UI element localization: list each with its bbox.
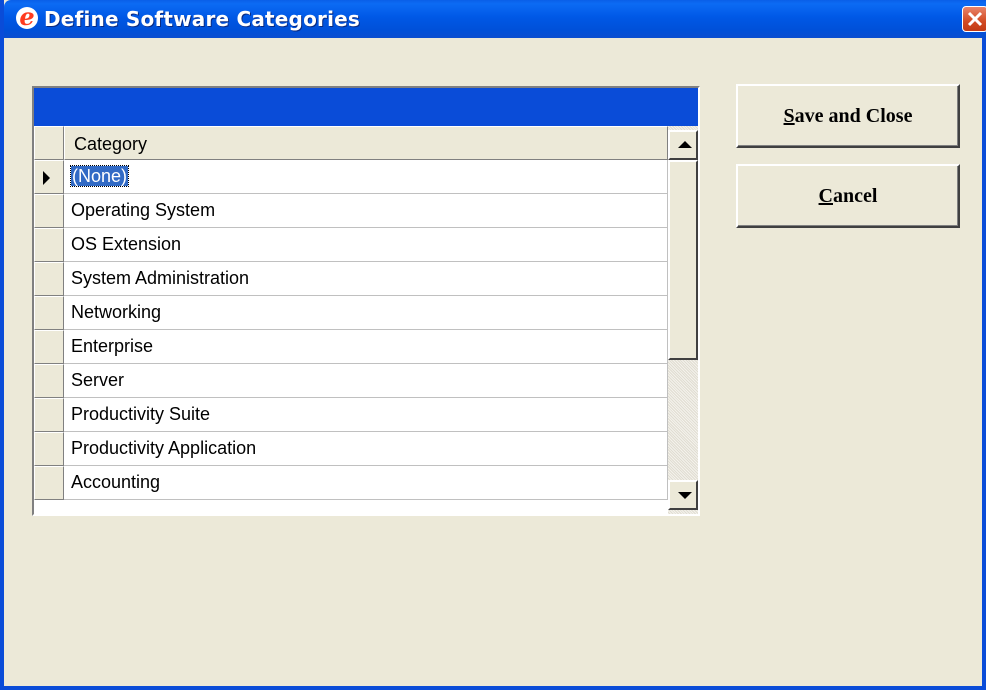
row-selector[interactable] <box>34 364 64 398</box>
scroll-down-button[interactable] <box>668 480 698 510</box>
table-row[interactable]: Enterprise <box>34 330 668 364</box>
save-and-close-button[interactable]: Save and Close <box>736 84 960 148</box>
header-row: Category <box>34 126 668 160</box>
table-row[interactable]: Operating System <box>34 194 668 228</box>
grid-rows: (None) Operating System OS Extension System… <box>34 160 668 500</box>
table-row[interactable]: (None) <box>34 160 668 194</box>
row-selector[interactable] <box>34 228 64 262</box>
cancel-button[interactable]: Cancel <box>736 164 960 228</box>
row-selector[interactable] <box>34 466 64 500</box>
category-cell[interactable]: Productivity Application <box>64 432 668 466</box>
category-text: Operating System <box>71 200 216 220</box>
e-logo-icon: e <box>16 5 38 29</box>
grid-caption-bar <box>34 88 698 126</box>
category-text: Server <box>71 370 125 390</box>
column-header-category[interactable]: Category <box>64 126 668 160</box>
table-row[interactable]: Networking <box>34 296 668 330</box>
category-text: System Administration <box>71 268 250 288</box>
table-row[interactable]: OS Extension <box>34 228 668 262</box>
category-text: Accounting <box>71 472 161 492</box>
category-text: (None) <box>69 165 130 187</box>
cancel-label: ancel <box>833 185 878 207</box>
save-label: ave and Close <box>794 105 913 127</box>
category-cell[interactable]: System Administration <box>64 262 668 296</box>
table-row[interactable]: System Administration <box>34 262 668 296</box>
category-text: Productivity Application <box>71 438 257 458</box>
category-cell[interactable]: OS Extension <box>64 228 668 262</box>
cancel-mnemonic: C <box>818 185 833 207</box>
category-cell[interactable]: Server <box>64 364 668 398</box>
row-selector[interactable] <box>34 262 64 296</box>
category-cell[interactable]: Enterprise <box>64 330 668 364</box>
grid-body: Category (None) Operating System OS Extens… <box>34 126 698 514</box>
current-row-arrow-icon <box>43 171 50 185</box>
category-cell[interactable]: Productivity Suite <box>64 398 668 432</box>
row-selector[interactable] <box>34 160 64 194</box>
vertical-scrollbar[interactable] <box>668 126 698 514</box>
category-text: Networking <box>71 302 162 322</box>
row-selector[interactable] <box>34 296 64 330</box>
row-selector[interactable] <box>34 194 64 228</box>
category-text: OS Extension <box>71 234 182 254</box>
table-row[interactable]: Productivity Application <box>34 432 668 466</box>
row-selector[interactable] <box>34 398 64 432</box>
header-row-selector[interactable] <box>34 126 64 160</box>
category-cell[interactable]: Networking <box>64 296 668 330</box>
category-cell[interactable]: Operating System <box>64 194 668 228</box>
arrow-up-icon <box>678 141 692 148</box>
scroll-up-button[interactable] <box>668 130 698 160</box>
category-cell[interactable]: (None) <box>64 160 668 194</box>
table-row[interactable]: Productivity Suite <box>34 398 668 432</box>
table-row[interactable]: Accounting <box>34 466 668 500</box>
scroll-thumb[interactable] <box>668 160 698 360</box>
close-icon <box>967 11 983 27</box>
table-row[interactable]: Server <box>34 364 668 398</box>
row-selector[interactable] <box>34 432 64 466</box>
category-grid[interactable]: Category (None) Operating System OS Extens… <box>32 86 700 516</box>
title-bar[interactable]: e Define Software Categories <box>4 0 986 38</box>
save-mnemonic: S <box>783 105 795 127</box>
arrow-down-icon <box>678 492 692 499</box>
close-button[interactable] <box>962 6 986 32</box>
category-cell[interactable]: Accounting <box>64 466 668 500</box>
category-text: Productivity Suite <box>71 404 211 424</box>
category-text: Enterprise <box>71 336 154 356</box>
row-selector[interactable] <box>34 330 64 364</box>
window-title: Define Software Categories <box>44 7 361 31</box>
